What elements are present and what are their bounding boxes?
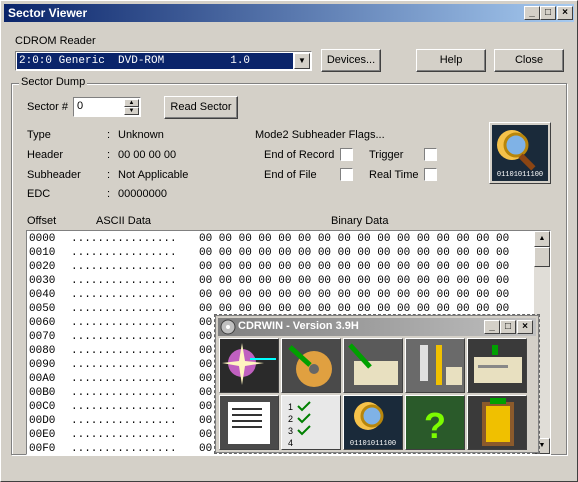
flag-label-trigger: Trigger [369, 149, 404, 161]
end-of-file-checkbox[interactable] [340, 168, 353, 181]
cdrwin-minimize-button[interactable]: _ [484, 320, 500, 334]
sector-number-label: Sector # [27, 101, 68, 113]
info-key-edc: EDC [27, 188, 51, 200]
wrench-screwdriver-icon [406, 339, 464, 392]
drive-tile[interactable] [467, 338, 527, 393]
window-title: Sector Viewer [8, 6, 88, 20]
help-button[interactable]: Help [416, 49, 486, 72]
info-value-type: Unknown [118, 129, 164, 141]
read-sector-button[interactable]: Read Sector [164, 96, 238, 119]
flag-label-real-time: Real Time [369, 169, 419, 181]
drive-copy-tile[interactable] [343, 338, 403, 393]
flag-label-end-of-file: End of File [264, 169, 317, 181]
sector-viewer-magnifier-icon: 01101011100 [489, 122, 551, 184]
cdrwin-toolbar-window[interactable]: CDRWIN - Version 3.9H _ □ × 1 2 3 4 0110101… [214, 314, 540, 454]
col-offset-header: Offset [27, 215, 57, 227]
extract-disc-tile[interactable] [281, 338, 341, 393]
record-disc-tile[interactable] [219, 338, 279, 393]
exit-door-icon [468, 396, 526, 449]
svg-text:01101011100: 01101011100 [350, 440, 396, 448]
svg-text:2: 2 [288, 414, 293, 424]
sector-viewer-window: Sector Viewer _ □ × CDROM Reader 2:0:0 G… [0, 0, 578, 482]
cdrwin-title-bar: CDRWIN - Version 3.9H _ □ × [218, 318, 536, 336]
sector-number-spinner[interactable]: 0 ▲ ▼ [73, 97, 141, 117]
svg-text:?: ? [424, 405, 446, 446]
spin-down-icon[interactable]: ▼ [124, 107, 139, 115]
scroll-up-icon[interactable]: ▲ [534, 231, 550, 247]
reader-select-value: 2:0:0 Generic DVD-ROM 1.0 [17, 53, 293, 69]
flag-label-end-of-record: End of Record [264, 149, 335, 161]
dropdown-arrow-icon[interactable]: ▼ [294, 53, 310, 69]
cdrwin-close-button[interactable]: × [517, 320, 533, 334]
col-binary-header: Binary Data [331, 215, 389, 227]
cd-drive-icon [468, 339, 526, 392]
info-colon: : [107, 149, 111, 161]
info-value-edc: 00000000 [118, 188, 167, 200]
trigger-checkbox[interactable] [424, 148, 437, 161]
cdrwin-title: CDRWIN - Version 3.9H [238, 320, 359, 332]
maximize-button[interactable]: □ [540, 6, 556, 20]
sector-viewer-tile[interactable]: 01101011100 [343, 395, 403, 450]
svg-text:3: 3 [288, 426, 293, 436]
flags-title: Mode2 Subheader Flags... [255, 129, 385, 141]
help-tile[interactable]: ? [405, 395, 465, 450]
sparkle-icon [220, 339, 278, 392]
info-value-header: 00 00 00 00 [118, 149, 177, 161]
reader-label: CDROM Reader [15, 35, 96, 47]
reader-select[interactable]: 2:0:0 Generic DVD-ROM 1.0 ▼ [15, 51, 312, 71]
devices-button[interactable]: Devices... [321, 49, 381, 72]
scroll-thumb[interactable] [534, 247, 550, 267]
magnifier-binary-icon: 01101011100 [344, 396, 402, 449]
real-time-checkbox[interactable] [424, 168, 437, 181]
end-of-record-checkbox[interactable] [340, 148, 353, 161]
cdrwin-maximize-button[interactable]: □ [500, 320, 516, 334]
checklist-tile[interactable]: 1 2 3 4 [281, 395, 341, 450]
info-key-header: Header [27, 149, 64, 161]
sector-dump-label: Sector Dump [19, 76, 88, 88]
info-key-type: Type [27, 129, 51, 141]
disc-arrow-icon [282, 339, 340, 392]
info-colon: : [107, 169, 111, 181]
exit-tile[interactable] [467, 395, 527, 450]
checklist-icon: 1 2 3 4 [282, 396, 340, 449]
drive-arrow-icon [344, 339, 402, 392]
tools-tile[interactable] [405, 338, 465, 393]
sector-number-value: 0 [77, 100, 84, 112]
close-button[interactable]: Close [494, 49, 564, 72]
info-colon: : [107, 188, 111, 200]
cdrwin-app-icon [220, 319, 236, 335]
list-tile[interactable] [219, 395, 279, 450]
question-mark-icon: ? [406, 396, 464, 449]
document-list-icon [220, 396, 278, 449]
title-bar: Sector Viewer _ □ × [4, 4, 574, 22]
svg-text:1: 1 [288, 402, 293, 412]
info-key-subheader: Subheader [27, 169, 81, 181]
svg-text:01101011100: 01101011100 [497, 171, 543, 179]
minimize-button[interactable]: _ [524, 6, 540, 20]
info-value-subheader: Not Applicable [118, 169, 189, 181]
svg-text:4: 4 [288, 438, 293, 448]
spin-up-icon[interactable]: ▲ [124, 99, 139, 107]
col-ascii-header: ASCII Data [96, 215, 152, 227]
close-window-button[interactable]: × [557, 6, 573, 20]
info-colon: : [107, 129, 111, 141]
